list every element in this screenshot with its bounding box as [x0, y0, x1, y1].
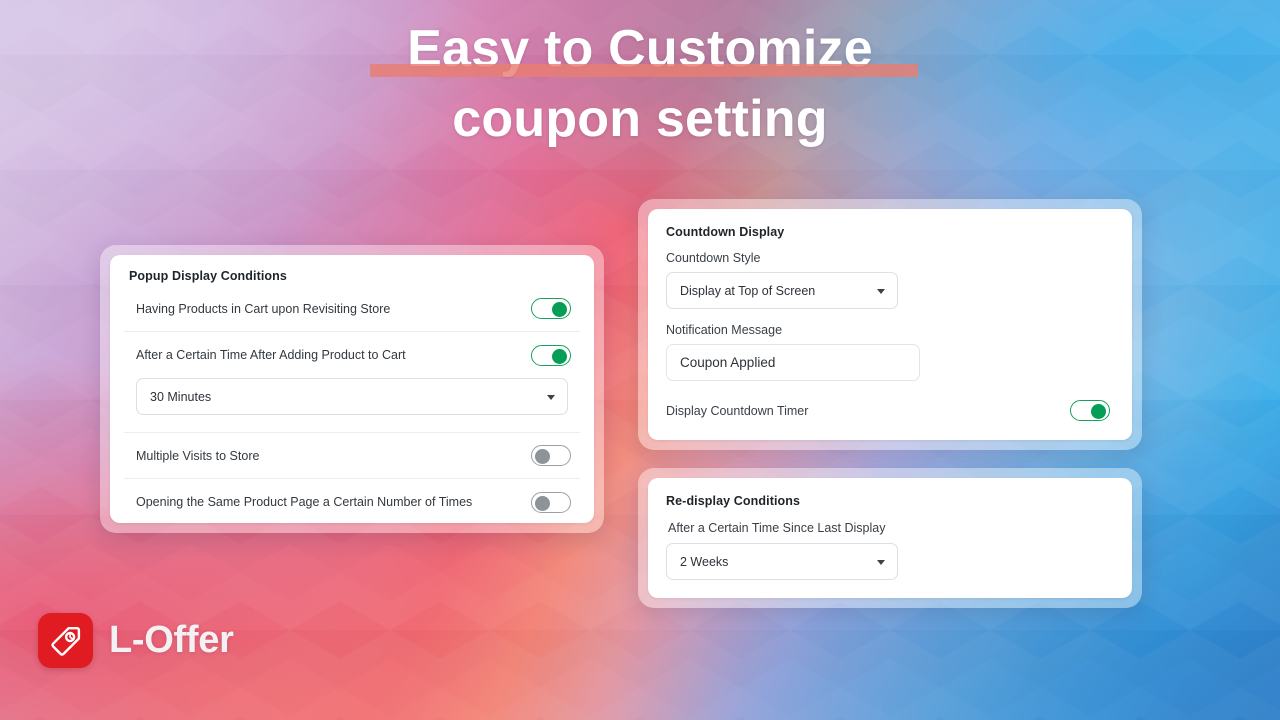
toggle-time-after-add[interactable]: [531, 344, 571, 366]
countdown-style-value: Display at Top of Screen: [680, 283, 816, 298]
headline-underline: [370, 64, 918, 77]
chevron-down-icon: [547, 394, 555, 400]
toggle-same-product-page[interactable]: [531, 491, 571, 513]
brand-lockup: L-Offer: [38, 613, 234, 668]
condition-label: After a Certain Time After Adding Produc…: [136, 348, 406, 362]
toggle-knob: [552, 302, 567, 317]
condition-row-time-after-add[interactable]: After a Certain Time After Adding Produc…: [124, 332, 580, 378]
notification-message-input[interactable]: Coupon Applied: [666, 344, 920, 381]
time-select-wrapper: 30 Minutes: [124, 378, 580, 432]
countdown-timer-row[interactable]: Display Countdown Timer: [666, 400, 1114, 421]
popup-conditions-card: Popup Display Conditions Having Products…: [110, 255, 594, 523]
countdown-display-panel: Countdown Display Countdown Style Displa…: [638, 199, 1142, 450]
redisplay-field-label: After a Certain Time Since Last Display: [668, 521, 886, 535]
toggle-cart-revisit[interactable]: [531, 298, 571, 319]
time-delay-select[interactable]: 30 Minutes: [136, 378, 568, 415]
condition-row-same-product-page[interactable]: Opening the Same Product Page a Certain …: [124, 479, 580, 523]
toggle-knob: [535, 449, 550, 464]
time-delay-select-value: 30 Minutes: [150, 389, 212, 404]
toggle-multiple-visits[interactable]: [531, 445, 571, 466]
condition-block-time-after-add: After a Certain Time After Adding Produc…: [124, 332, 580, 433]
countdown-timer-label: Display Countdown Timer: [666, 403, 809, 418]
countdown-card-title: Countdown Display: [666, 225, 785, 239]
countdown-style-label: Countdown Style: [666, 251, 761, 265]
brand-name: L-Offer: [109, 619, 234, 661]
toggle-knob: [1091, 404, 1106, 419]
condition-label: Opening the Same Product Page a Certain …: [136, 495, 473, 509]
condition-row-multiple-visits[interactable]: Multiple Visits to Store: [124, 433, 580, 479]
redisplay-card-title: Re-display Conditions: [666, 494, 801, 508]
redisplay-conditions-panel: Re-display Conditions After a Certain Ti…: [638, 468, 1142, 608]
redisplay-conditions-card: Re-display Conditions After a Certain Ti…: [648, 478, 1132, 598]
redisplay-interval-value: 2 Weeks: [680, 554, 729, 569]
page-title: Easy to Customize coupon setting: [0, 14, 1280, 154]
condition-label: Multiple Visits to Store: [136, 448, 260, 463]
promo-banner: Easy to Customize coupon setting Popup D…: [0, 0, 1280, 720]
price-tag-clock-icon: [50, 626, 80, 656]
notification-message-label: Notification Message: [666, 323, 783, 337]
toggle-knob: [552, 348, 567, 364]
notification-message-value: Coupon Applied: [680, 355, 776, 370]
headline-line-2: coupon setting: [452, 90, 828, 148]
countdown-style-select[interactable]: Display at Top of Screen: [666, 272, 898, 309]
condition-label: Having Products in Cart upon Revisiting …: [136, 301, 391, 316]
chevron-down-icon: [877, 559, 885, 565]
popup-card-title: Popup Display Conditions: [129, 269, 287, 283]
app-logo: [38, 613, 93, 668]
toggle-countdown-timer[interactable]: [1070, 400, 1110, 421]
condition-row-cart-revisit[interactable]: Having Products in Cart upon Revisiting …: [124, 286, 580, 332]
popup-conditions-panel: Popup Display Conditions Having Products…: [100, 245, 604, 533]
redisplay-interval-select[interactable]: 2 Weeks: [666, 543, 898, 580]
countdown-display-card: Countdown Display Countdown Style Displa…: [648, 209, 1132, 440]
toggle-knob: [535, 495, 550, 511]
chevron-down-icon: [877, 288, 885, 294]
